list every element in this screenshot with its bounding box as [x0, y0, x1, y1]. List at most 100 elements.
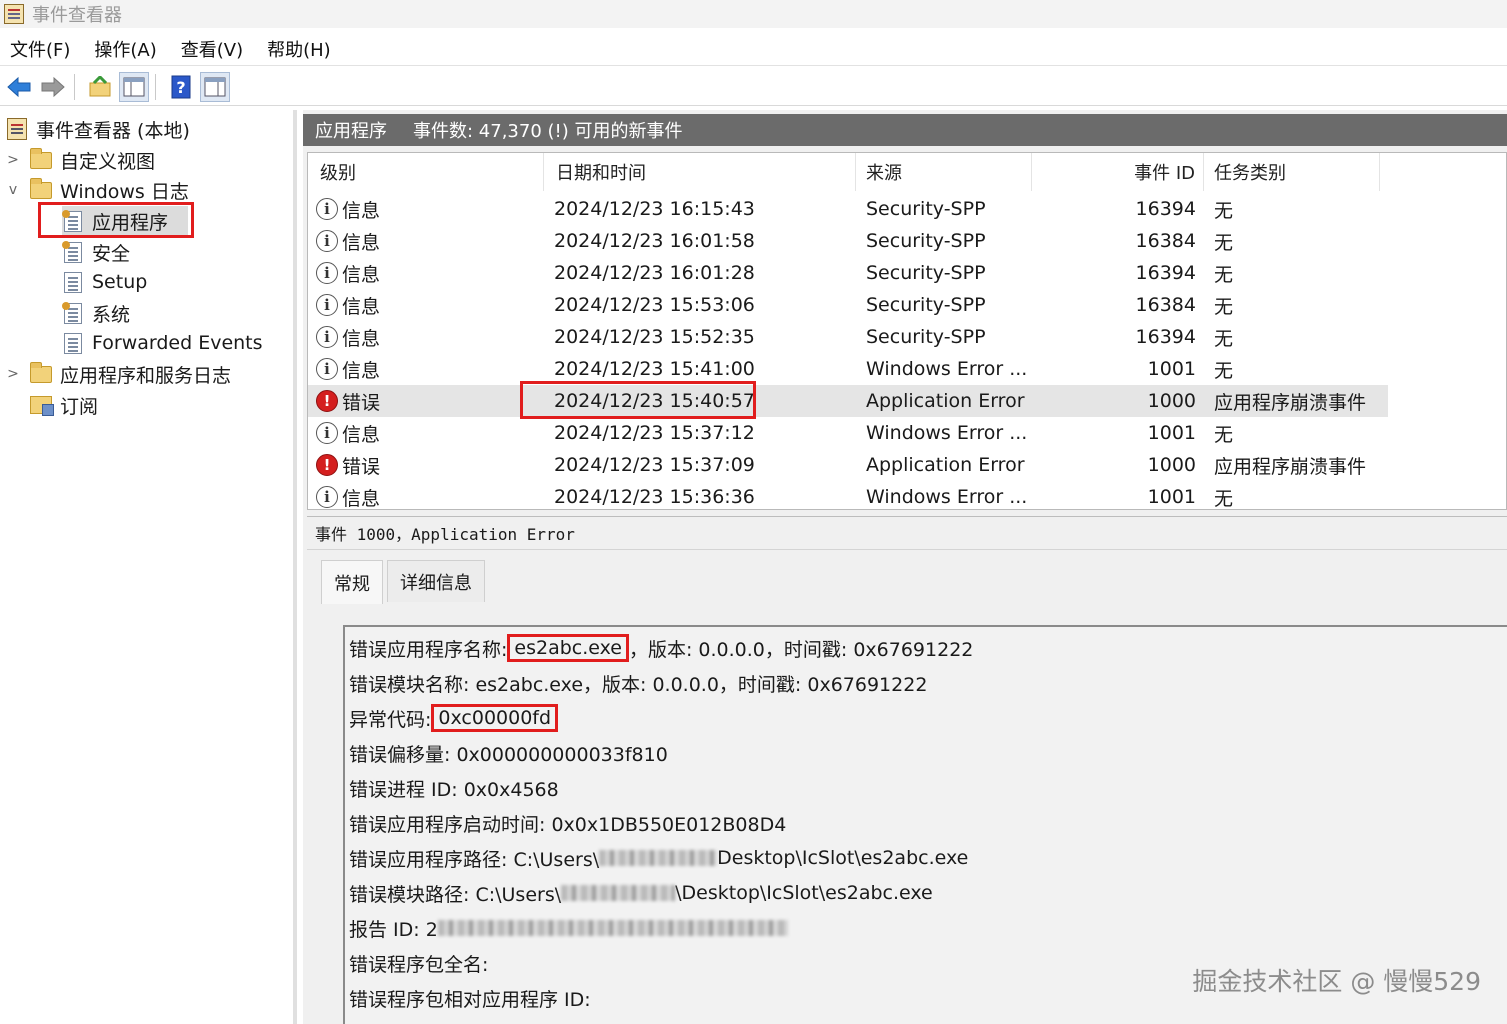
menu-view[interactable]: 查看(V)	[181, 36, 243, 62]
package-full-name-line: 错误程序包全名:	[349, 953, 489, 976]
window-title: 事件查看器	[32, 5, 122, 26]
event-id-cell: 16394	[1135, 198, 1196, 220]
level-text: 信息	[342, 295, 381, 318]
level-text: 信息	[342, 263, 381, 286]
chevron-right-icon[interactable]: >	[6, 152, 20, 168]
tab-details[interactable]: 详细信息	[387, 560, 485, 602]
table-row[interactable]: i 信息 2024/12/23 15:52:35 Security-SPP 16394 无	[308, 321, 1388, 353]
tree-item-system[interactable]: 系统	[62, 298, 130, 328]
task-cell: 无	[1214, 487, 1234, 510]
report-id-line: 报告 ID: 2	[349, 913, 788, 943]
datetime-cell: 2024/12/23 16:01:28	[554, 262, 755, 284]
table-row[interactable]: i 信息 2024/12/23 16:01:28 Security-SPP 16394 无	[308, 257, 1388, 289]
task-cell: 无	[1214, 263, 1234, 286]
event-list[interactable]: 级别 日期和时间 来源 事件 ID 任务类别 i 信息 2024/12/23 16:…	[307, 152, 1507, 510]
column-header-level[interactable]: 级别	[308, 153, 544, 191]
column-header-source[interactable]: 来源	[856, 153, 1032, 191]
tree-item-forwarded[interactable]: Forwarded Events	[62, 328, 263, 358]
info-icon: i	[316, 198, 338, 220]
folder-icon	[30, 177, 52, 201]
level-cell: i 信息	[316, 257, 380, 289]
tree-item-root[interactable]: 事件查看器 (本地)	[6, 114, 190, 144]
table-row[interactable]: i 信息 2024/12/23 16:15:43 Security-SPP 16394 无	[308, 193, 1388, 225]
level-cell: ! 错误	[316, 449, 380, 481]
table-row[interactable]: i 信息 2024/12/23 15:53:06 Security-SPP 16384 无	[308, 289, 1388, 321]
event-id-cell: 16384	[1135, 230, 1196, 252]
exception-code-line: 异常代码: 0xc00000fd	[349, 703, 559, 733]
tree-item-security[interactable]: 安全	[62, 237, 130, 267]
level-text: 信息	[342, 199, 381, 222]
tree-label-custom-views: 自定义视图	[60, 150, 156, 173]
table-row[interactable]: i 信息 2024/12/23 15:37:12 Windows Error ... 1…	[308, 417, 1388, 449]
table-row[interactable]: i 信息 2024/12/23 15:41:00 Windows Error ... 1…	[308, 353, 1388, 385]
task-cell: 应用程序崩溃事件	[1214, 455, 1367, 478]
menu-file[interactable]: 文件(F)	[10, 36, 70, 62]
datetime-cell: 2024/12/23 16:15:43	[554, 198, 755, 220]
event-id-cell: 1000	[1147, 454, 1196, 476]
report-id-label: 报告 ID: 2	[349, 918, 438, 941]
chevron-down-icon[interactable]: v	[6, 182, 20, 198]
subscription-icon	[30, 394, 54, 416]
event-detail-heading: 事件 1000，Application Error	[315, 525, 575, 544]
task-cell: 无	[1214, 423, 1234, 446]
level-text: 信息	[342, 423, 381, 446]
level-text: 错误	[342, 391, 381, 414]
forward-arrow-icon[interactable]	[38, 72, 68, 102]
tree-label-subscriptions: 订阅	[60, 395, 99, 418]
datetime-cell: 2024/12/23 15:37:12	[554, 422, 755, 444]
module-path-prefix: 错误模块路径: C:\Users\	[349, 883, 562, 906]
source-cell: Security-SPP	[866, 326, 986, 348]
table-row[interactable]: i 信息 2024/12/23 15:36:36 Windows Error ... 1…	[308, 481, 1388, 510]
table-row[interactable]: ! 错误 2024/12/23 15:40:57 Application Error 1…	[308, 385, 1388, 417]
event-id-cell: 1001	[1147, 486, 1196, 508]
menu-help[interactable]: 帮助(H)	[267, 36, 331, 62]
event-count: 事件数: 47,370 (!) 可用的新事件	[413, 121, 683, 142]
source-cell: Security-SPP	[866, 262, 986, 284]
column-header-event-id[interactable]: 事件 ID	[1032, 153, 1204, 191]
column-header-datetime[interactable]: 日期和时间	[544, 153, 856, 191]
level-cell: i 信息	[316, 225, 380, 257]
highlight-selected-datetime	[520, 381, 756, 419]
tree-item-app-service-logs[interactable]: > 应用程序和服务日志	[6, 359, 231, 389]
task-cell: 应用程序崩溃事件	[1214, 391, 1367, 414]
redacted-report-id	[437, 920, 788, 936]
highlight-application	[38, 202, 194, 238]
source-cell: Windows Error ...	[866, 486, 1028, 508]
tree-item-custom-views[interactable]: > 自定义视图	[6, 145, 155, 175]
log-header-bar: 应用程序 事件数: 47,370 (!) 可用的新事件	[303, 114, 1507, 146]
action-pane-icon[interactable]	[200, 71, 230, 102]
tree-label-setup: Setup	[92, 271, 148, 293]
error-icon: !	[316, 390, 338, 412]
svg-text:?: ?	[176, 78, 185, 97]
menu-action[interactable]: 操作(A)	[94, 36, 156, 62]
system-log-icon	[62, 301, 84, 324]
help-icon[interactable]: ?	[166, 72, 196, 102]
event-viewer-app-icon	[4, 4, 24, 24]
package-app-id-line: 错误程序包相对应用程序 ID:	[349, 988, 591, 1011]
tree-label-security: 安全	[92, 242, 131, 265]
table-row[interactable]: i 信息 2024/12/23 16:01:58 Security-SPP 16384 无	[308, 225, 1388, 257]
open-folder-icon[interactable]	[85, 72, 115, 102]
back-arrow-icon[interactable]	[4, 72, 34, 102]
level-text: 信息	[342, 231, 381, 254]
level-cell: i 信息	[316, 289, 380, 321]
column-header-task[interactable]: 任务类别	[1204, 153, 1380, 191]
app-path-line: 错误应用程序路径: C:\Users\ Desktop\IcSlot\es2ab…	[349, 843, 968, 873]
toolbar: ?	[0, 68, 1507, 106]
tree-item-windows-logs[interactable]: v Windows 日志	[6, 175, 189, 205]
level-text: 错误	[342, 455, 381, 478]
redacted-username	[561, 885, 676, 901]
tree-label-system: 系统	[92, 303, 131, 326]
tab-general[interactable]: 常规	[321, 560, 383, 604]
faulting-app-label: 错误应用程序名称:	[349, 638, 508, 661]
datetime-cell: 2024/12/23 15:36:36	[554, 486, 755, 508]
task-cell: 无	[1214, 327, 1234, 350]
source-cell: Security-SPP	[866, 230, 986, 252]
faulting-app-value: es2abc.exe	[507, 634, 629, 662]
table-row[interactable]: ! 错误 2024/12/23 15:37:09 Application Error 1…	[308, 449, 1388, 481]
chevron-right-icon[interactable]: >	[6, 366, 20, 382]
tree-item-setup[interactable]: Setup	[62, 267, 147, 297]
console-tree-icon[interactable]	[119, 71, 149, 102]
faulting-app-name-line: 错误应用程序名称: es2abc.exe ，版本: 0.0.0.0，时间戳: 0…	[349, 633, 973, 663]
tree-item-subscriptions[interactable]: 订阅	[30, 390, 98, 420]
